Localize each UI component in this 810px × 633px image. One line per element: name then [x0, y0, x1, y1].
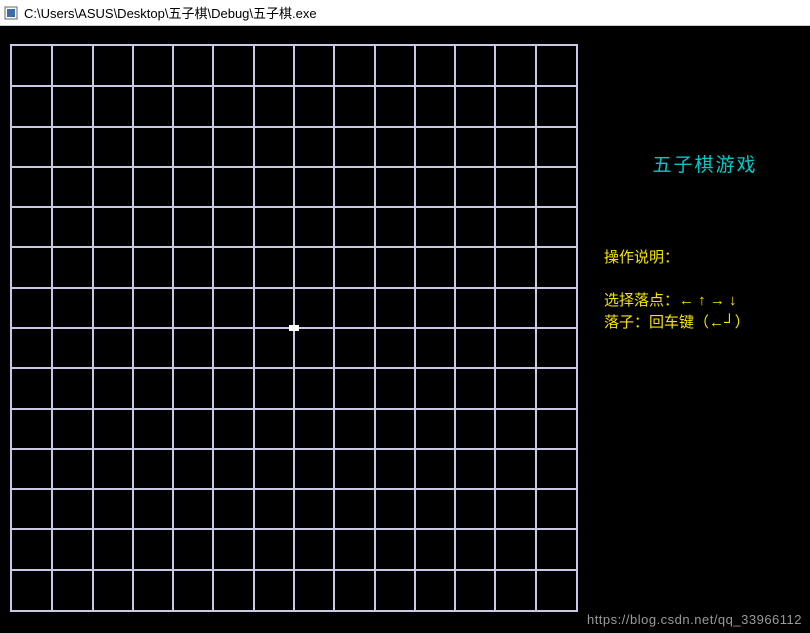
watermark: https://blog.csdn.net/qq_33966112	[587, 612, 802, 627]
instructions-select: 选择落点：← ↑ → ↓	[604, 290, 810, 313]
window-title: C:\Users\ASUS\Desktop\五子棋\Debug\五子棋.exe	[24, 3, 317, 22]
game-area: 五子棋游戏 操作说明： 选择落点：← ↑ → ↓ 落子：回车键（←┘） http…	[0, 26, 810, 633]
instructions-block: 操作说明： 选择落点：← ↑ → ↓ 落子：回车键（←┘）	[604, 247, 810, 335]
game-board[interactable]	[10, 44, 578, 612]
side-panel: 五子棋游戏 操作说明： 选择落点：← ↑ → ↓ 落子：回车键（←┘）	[600, 26, 810, 633]
app-icon	[4, 6, 18, 20]
board-cursor	[289, 325, 299, 331]
game-title: 五子棋游戏	[600, 150, 810, 177]
instructions-place: 落子：回车键（←┘）	[604, 312, 810, 335]
instructions-heading: 操作说明：	[604, 247, 810, 270]
window-titlebar: C:\Users\ASUS\Desktop\五子棋\Debug\五子棋.exe	[0, 0, 810, 26]
